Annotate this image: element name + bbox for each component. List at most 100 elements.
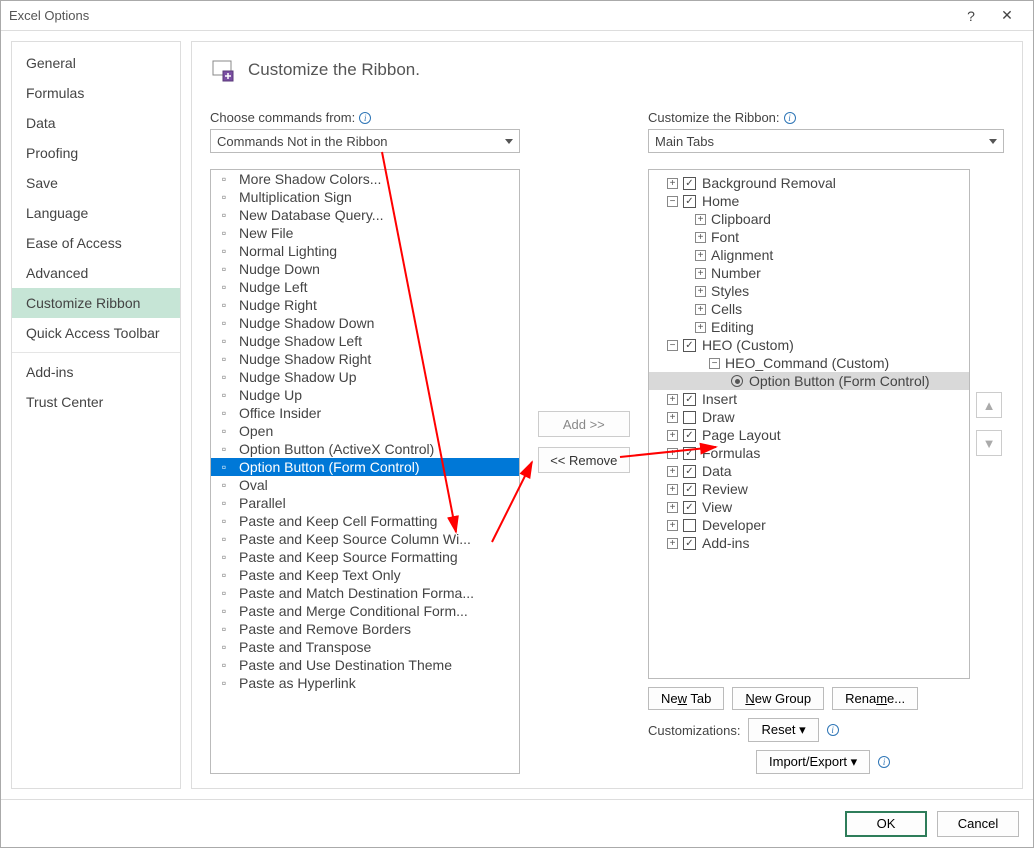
expand-icon[interactable]: + [695,268,706,279]
sidebar-item-formulas[interactable]: Formulas [12,78,180,108]
info-icon[interactable]: i [784,112,796,124]
tree-node[interactable]: +Font [649,228,969,246]
command-item[interactable]: ▫Nudge Shadow Right [211,350,519,368]
tree-node[interactable]: +Cells [649,300,969,318]
command-item[interactable]: ▫New File [211,224,519,242]
commands-listbox[interactable]: ▫More Shadow Colors...▫Multiplication Si… [210,169,520,774]
reset-button[interactable]: Reset ▾ [748,718,818,742]
expand-icon[interactable]: − [667,196,678,207]
command-item[interactable]: ▫Paste and Match Destination Forma... [211,584,519,602]
tree-node[interactable]: +Clipboard [649,210,969,228]
command-item[interactable]: ▫Nudge Shadow Down [211,314,519,332]
expand-icon[interactable]: + [695,286,706,297]
checkbox[interactable] [683,537,696,550]
command-item[interactable]: ▫Option Button (Form Control) [211,458,519,476]
command-item[interactable]: ▫Multiplication Sign [211,188,519,206]
checkbox[interactable] [683,429,696,442]
tree-node[interactable]: +Page Layout [649,426,969,444]
command-item[interactable]: ▫Paste and Keep Source Formatting [211,548,519,566]
checkbox[interactable] [683,501,696,514]
sidebar-item-ease-of-access[interactable]: Ease of Access [12,228,180,258]
tree-node[interactable]: +Draw [649,408,969,426]
command-item[interactable]: ▫Paste as Hyperlink [211,674,519,692]
tree-node[interactable]: +Styles [649,282,969,300]
sidebar-item-trust-center[interactable]: Trust Center [12,387,180,417]
sidebar-item-advanced[interactable]: Advanced [12,258,180,288]
customize-ribbon-dropdown[interactable]: Main Tabs [648,129,1004,153]
expand-icon[interactable]: + [667,466,678,477]
expand-icon[interactable]: + [667,538,678,549]
command-item[interactable]: ▫Nudge Shadow Left [211,332,519,350]
command-item[interactable]: ▫Normal Lighting [211,242,519,260]
checkbox[interactable] [683,393,696,406]
tree-node[interactable]: +Data [649,462,969,480]
ok-button[interactable]: OK [845,811,927,837]
command-item[interactable]: ▫Parallel [211,494,519,512]
tree-node[interactable]: +Add-ins [649,534,969,552]
expand-icon[interactable]: + [667,412,678,423]
expand-icon[interactable]: − [667,340,678,351]
command-item[interactable]: ▫Paste and Keep Source Column Wi... [211,530,519,548]
new-tab-button[interactable]: New Tab [648,687,724,710]
command-item[interactable]: ▫New Database Query... [211,206,519,224]
sidebar-item-add-ins[interactable]: Add-ins [12,357,180,387]
command-item[interactable]: ▫Paste and Merge Conditional Form... [211,602,519,620]
sidebar-item-quick-access-toolbar[interactable]: Quick Access Toolbar [12,318,180,348]
command-item[interactable]: ▫Paste and Use Destination Theme [211,656,519,674]
add-button[interactable]: Add >> [538,411,630,437]
tree-node[interactable]: +View [649,498,969,516]
move-up-button[interactable]: ▲ [976,392,1002,418]
close-button[interactable]: ✕ [989,2,1025,30]
tree-node[interactable]: +Developer [649,516,969,534]
expand-icon[interactable]: + [667,502,678,513]
tree-node[interactable]: Option Button (Form Control) [649,372,969,390]
expand-icon[interactable]: + [667,484,678,495]
command-item[interactable]: ▫Paste and Keep Cell Formatting [211,512,519,530]
checkbox[interactable] [683,483,696,496]
command-item[interactable]: ▫Oval [211,476,519,494]
command-item[interactable]: ▫Nudge Right [211,296,519,314]
command-item[interactable]: ▫Paste and Keep Text Only [211,566,519,584]
expand-icon[interactable]: − [709,358,720,369]
tree-node[interactable]: +Number [649,264,969,282]
expand-icon[interactable]: + [667,448,678,459]
checkbox[interactable] [683,195,696,208]
tree-node[interactable]: +Insert [649,390,969,408]
tree-node[interactable]: −Home [649,192,969,210]
tree-node[interactable]: +Background Removal [649,174,969,192]
checkbox[interactable] [683,177,696,190]
new-group-button[interactable]: New Group [732,687,824,710]
move-down-button[interactable]: ▼ [976,430,1002,456]
command-item[interactable]: ▫Paste and Transpose [211,638,519,656]
command-item[interactable]: ▫Nudge Shadow Up [211,368,519,386]
command-item[interactable]: ▫More Shadow Colors... [211,170,519,188]
import-export-button[interactable]: Import/Export ▾ [756,750,870,774]
command-item[interactable]: ▫Nudge Up [211,386,519,404]
info-icon[interactable]: i [827,724,839,736]
checkbox[interactable] [683,447,696,460]
expand-icon[interactable]: + [695,250,706,261]
checkbox[interactable] [683,519,696,532]
remove-button[interactable]: << Remove [538,447,630,473]
command-item[interactable]: ▫Option Button (ActiveX Control) [211,440,519,458]
sidebar-item-language[interactable]: Language [12,198,180,228]
sidebar-item-general[interactable]: General [12,48,180,78]
tree-node[interactable]: +Editing [649,318,969,336]
expand-icon[interactable]: + [667,178,678,189]
rename-button[interactable]: Rename... [832,687,918,710]
info-icon[interactable]: i [878,756,890,768]
tree-node[interactable]: −HEO (Custom) [649,336,969,354]
sidebar-item-customize-ribbon[interactable]: Customize Ribbon [12,288,180,318]
sidebar-item-save[interactable]: Save [12,168,180,198]
info-icon[interactable]: i [359,112,371,124]
command-item[interactable]: ▫Nudge Left [211,278,519,296]
cancel-button[interactable]: Cancel [937,811,1019,837]
help-button[interactable]: ? [953,2,989,30]
tree-node[interactable]: +Formulas [649,444,969,462]
expand-icon[interactable]: + [667,520,678,531]
checkbox[interactable] [683,411,696,424]
choose-commands-dropdown[interactable]: Commands Not in the Ribbon [210,129,520,153]
tree-node[interactable]: +Review [649,480,969,498]
tree-node[interactable]: −HEO_Command (Custom) [649,354,969,372]
sidebar-item-data[interactable]: Data [12,108,180,138]
